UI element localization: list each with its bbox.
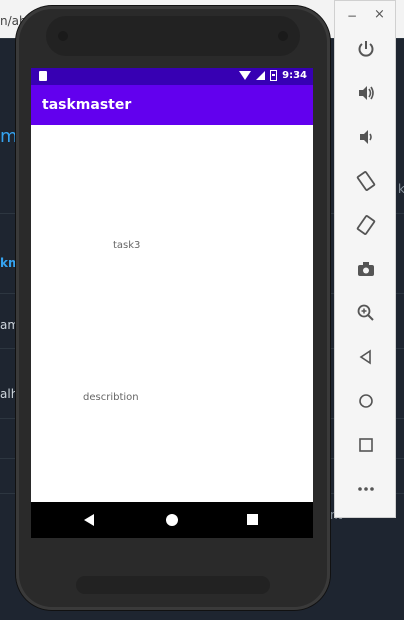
nav-back-icon[interactable] [84,514,94,526]
signal-icon [256,71,266,80]
overview-icon[interactable] [352,431,380,459]
task-description: describtion [83,392,139,403]
back-icon[interactable] [352,343,380,371]
rotate-right-icon[interactable] [352,211,380,239]
wifi-icon [239,71,252,80]
task-detail-content: task3 describtion [31,125,313,502]
status-bar: 9:34 [31,68,313,85]
volume-down-icon[interactable] [352,123,380,151]
phone-speaker-grille [76,576,270,594]
navigation-bar [31,502,313,538]
nav-home-icon[interactable] [166,514,178,526]
background-fragment: k [398,182,404,196]
home-icon[interactable] [352,387,380,415]
phone-earpiece [46,16,300,56]
app-bar: taskmaster [31,85,313,125]
front-camera [58,31,68,41]
status-icons: 9:34 [239,70,307,81]
sensor [278,31,288,41]
status-time: 9:34 [282,70,307,81]
battery-icon [270,70,278,81]
minimize-button[interactable]: − [347,9,357,23]
app-title: taskmaster [42,97,132,113]
more-icon[interactable] [352,475,380,503]
zoom-icon[interactable] [352,299,380,327]
background-fragment: m [0,126,18,147]
sd-card-icon [39,71,47,81]
close-button[interactable]: × [374,7,385,22]
camera-icon[interactable] [352,255,380,283]
power-icon[interactable] [352,35,380,63]
task-title: task3 [113,240,141,251]
rotate-left-icon[interactable] [352,167,380,195]
volume-up-icon[interactable] [352,79,380,107]
nav-recents-icon[interactable] [247,514,258,525]
device-screen[interactable]: 9:34 taskmaster task3 describtion [31,68,313,538]
emulator-toolbar: − × [334,0,396,518]
